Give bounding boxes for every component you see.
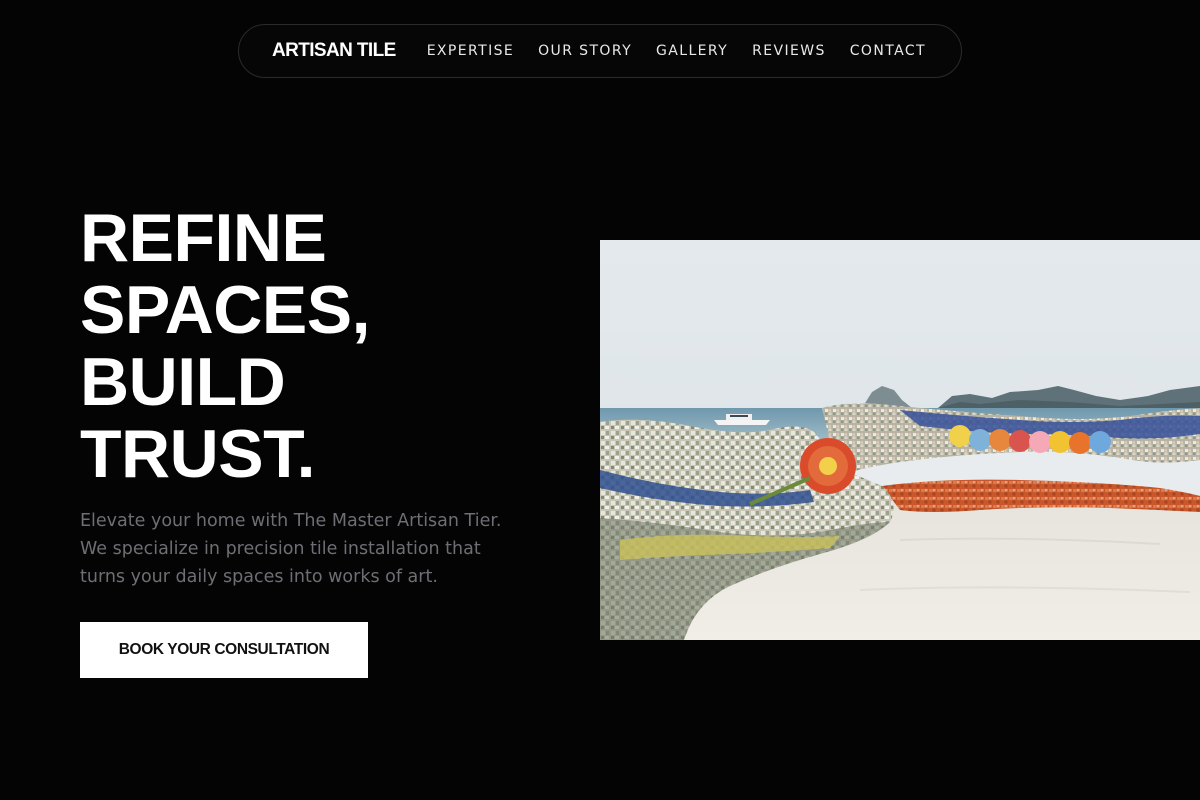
top-navigation: ARTISAN TILE EXPERTISE OUR STORY GALLERY… (238, 24, 962, 78)
hero-subtitle: Elevate your home with The Master Artisa… (80, 511, 502, 587)
hero-headline: REFINE SPACES, BUILD TRUST. (80, 202, 560, 490)
hero-headline-line: TRUST. (80, 416, 316, 492)
nav-links: EXPERTISE OUR STORY GALLERY REVIEWS CONT… (427, 43, 926, 59)
brand-logo[interactable]: ARTISAN TILE (272, 40, 396, 62)
hero-headline-line: BUILD (80, 344, 286, 420)
hero-image-mosaic-bench (600, 240, 1200, 640)
nav-link-gallery[interactable]: GALLERY (656, 43, 728, 59)
nav-link-our-story[interactable]: OUR STORY (538, 43, 632, 59)
book-consultation-button[interactable]: BOOK YOUR CONSULTATION (80, 622, 368, 678)
nav-link-contact[interactable]: CONTACT (850, 43, 926, 59)
nav-link-expertise[interactable]: EXPERTISE (427, 43, 514, 59)
hero-headline-line: SPACES, (80, 272, 370, 348)
nav-link-reviews[interactable]: REVIEWS (752, 43, 826, 59)
hero-headline-line: REFINE (80, 200, 327, 276)
